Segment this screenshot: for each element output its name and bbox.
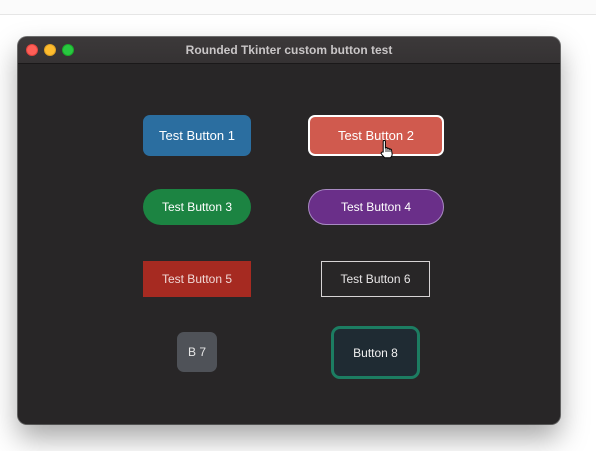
- top-strip: [0, 0, 596, 15]
- title-bar: Rounded Tkinter custom button test: [18, 37, 560, 64]
- button-panel: Test Button 1 Test Button 2 Test Button …: [18, 64, 560, 424]
- test-button-6[interactable]: Test Button 6: [321, 261, 430, 297]
- test-button-2[interactable]: Test Button 2: [308, 115, 444, 156]
- desktop: Rounded Tkinter custom button test Test …: [0, 0, 596, 451]
- button-8[interactable]: Button 8: [331, 326, 420, 379]
- window-title: Rounded Tkinter custom button test: [185, 43, 393, 57]
- app-window: Rounded Tkinter custom button test Test …: [18, 37, 560, 424]
- test-button-1[interactable]: Test Button 1: [143, 115, 251, 156]
- test-button-4[interactable]: Test Button 4: [308, 189, 444, 225]
- button-7[interactable]: B 7: [177, 332, 217, 372]
- test-button-5[interactable]: Test Button 5: [143, 261, 251, 297]
- test-button-3[interactable]: Test Button 3: [143, 189, 251, 225]
